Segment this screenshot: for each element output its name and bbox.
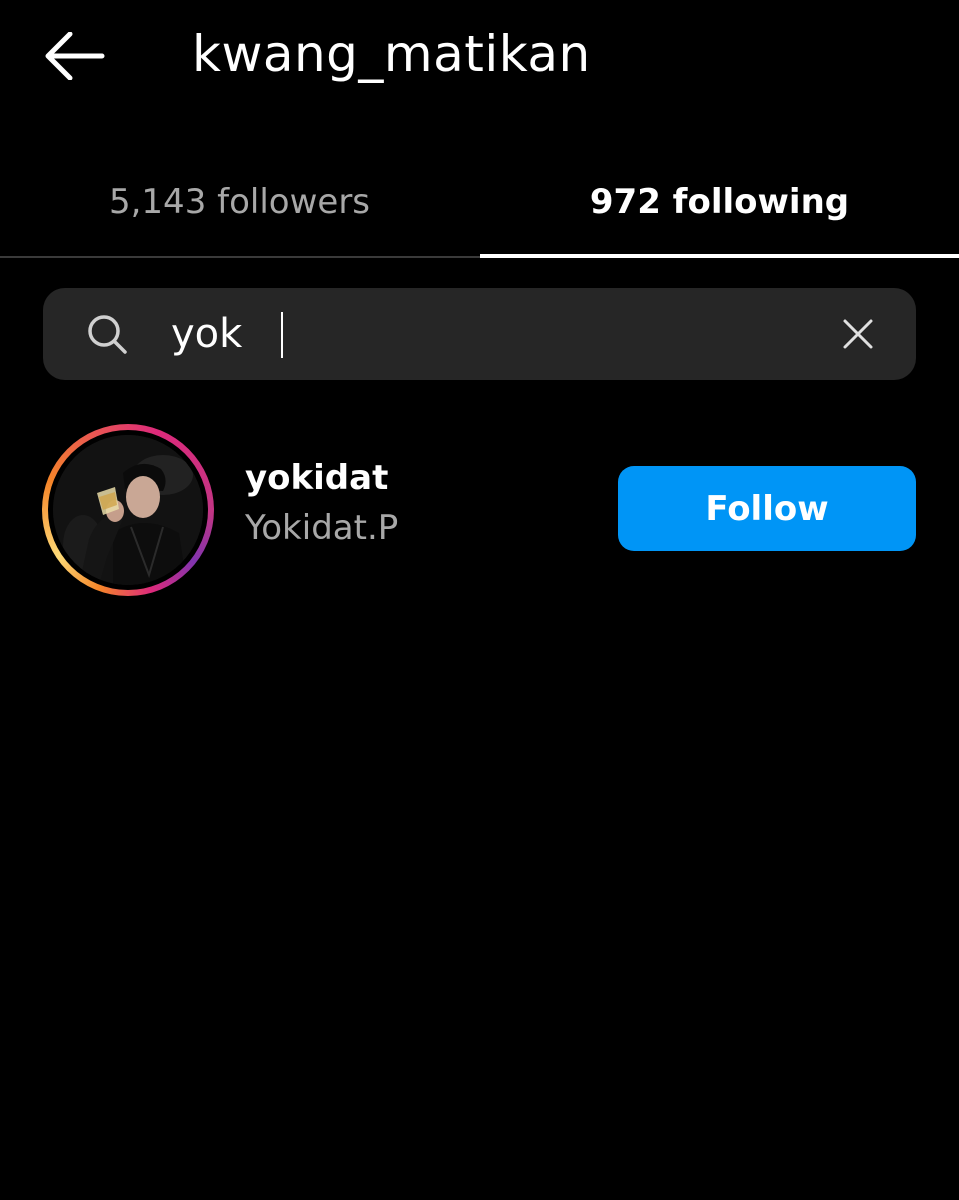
- following-page: kwang_matikan 5,143 followers 972 follow…: [0, 0, 959, 1200]
- search-input[interactable]: [171, 302, 811, 366]
- username[interactable]: yokidat: [245, 458, 388, 498]
- avatar: [53, 435, 203, 585]
- top-bar: kwang_matikan: [0, 0, 959, 110]
- close-icon: [843, 319, 873, 349]
- tab-followers[interactable]: 5,143 followers: [0, 150, 479, 254]
- active-tab-indicator: [480, 254, 959, 258]
- full-name: Yokidat.P: [245, 508, 399, 548]
- list-item[interactable]: yokidat Yokidat.P Follow: [0, 420, 959, 600]
- story-ring[interactable]: [42, 424, 214, 596]
- arrow-left-icon: [45, 32, 105, 80]
- follow-button[interactable]: Follow: [618, 466, 916, 551]
- tab-bar: 5,143 followers 972 following: [0, 150, 959, 258]
- search-icon: [88, 315, 127, 354]
- back-button[interactable]: [40, 28, 110, 84]
- tab-following[interactable]: 972 following: [480, 150, 959, 254]
- clear-search-button[interactable]: [836, 312, 880, 356]
- page-title: kwang_matikan: [192, 25, 591, 83]
- text-cursor: [281, 312, 283, 358]
- profile-photo: [53, 435, 203, 585]
- search-bar[interactable]: [43, 288, 916, 380]
